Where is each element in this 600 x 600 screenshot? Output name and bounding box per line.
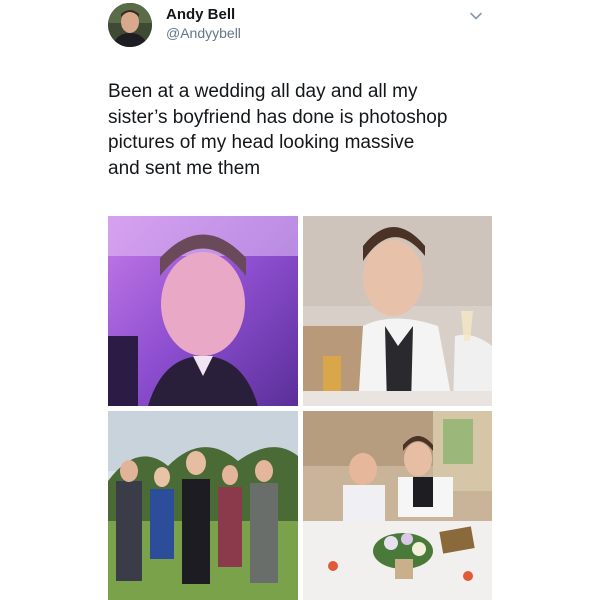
avatar[interactable] bbox=[108, 3, 152, 47]
photo-purple-room-closeup[interactable] bbox=[108, 216, 298, 406]
tweet-text: Been at a wedding all day and all my sis… bbox=[108, 79, 508, 181]
photo-table-with-wine-glass[interactable] bbox=[303, 216, 492, 406]
tweet-text-line: sister’s boyfriend has done is photoshop bbox=[108, 106, 448, 128]
chevron-down-icon[interactable] bbox=[468, 8, 484, 24]
photo-group-outdoor-lawn[interactable] bbox=[108, 411, 298, 600]
tweet-text-line: Been at a wedding all day and all my bbox=[108, 81, 418, 102]
tweet-card: Andy Bell @Andyybell Been at a wedding a… bbox=[0, 0, 600, 600]
profile-avatar-icon bbox=[108, 3, 152, 47]
author-name[interactable]: Andy Bell bbox=[166, 6, 235, 23]
photo-reception-table-flowers[interactable] bbox=[303, 411, 492, 600]
photo-grid bbox=[108, 216, 492, 600]
tweet-text-line: pictures of my head looking massive bbox=[108, 132, 415, 153]
tweet-text-line: and sent me them bbox=[108, 157, 261, 179]
author-handle[interactable]: @Andyybell bbox=[166, 25, 241, 41]
